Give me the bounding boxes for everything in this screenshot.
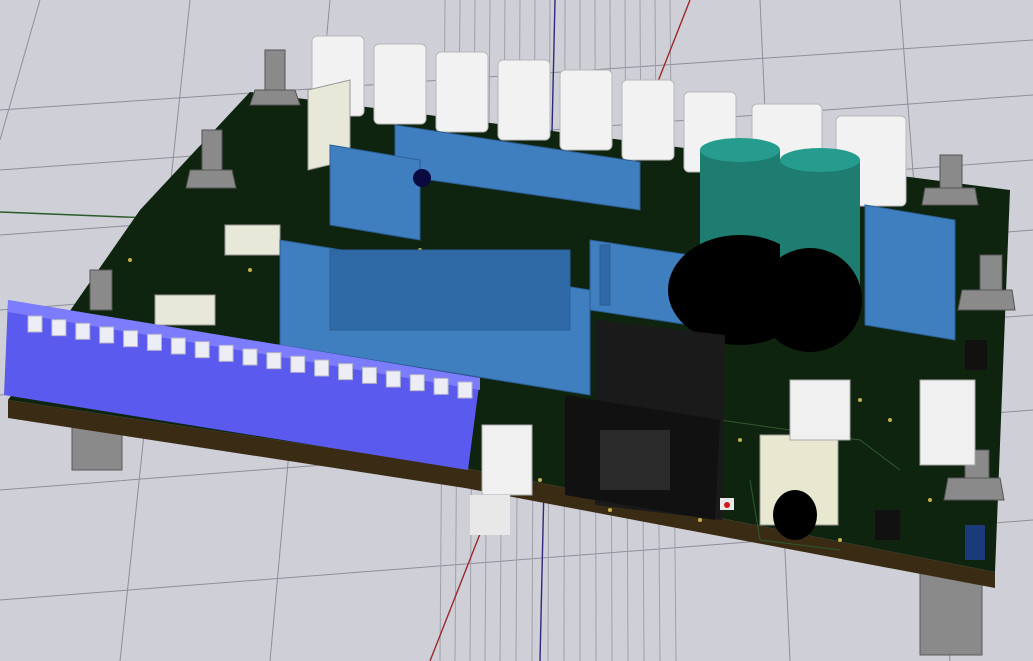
dip-switch-toggle[interactable] (290, 355, 306, 373)
dip-switch-toggle[interactable] (146, 333, 162, 351)
mounting-hole (413, 169, 431, 187)
dip-switch-toggle[interactable] (123, 330, 139, 348)
dip-switch-toggle[interactable] (99, 326, 115, 344)
dip-switch-toggle[interactable] (361, 366, 377, 384)
dip-switch-toggle[interactable] (27, 315, 43, 333)
pcb-3d-render[interactable] (0, 0, 1033, 661)
dip-switch-toggle[interactable] (457, 381, 473, 399)
dip-switch-toggle[interactable] (75, 322, 91, 340)
dip-switch-toggle[interactable] (409, 374, 425, 392)
dip-switch-toggle[interactable] (242, 348, 258, 366)
dip-switch-toggle[interactable] (51, 319, 67, 337)
dip-switch-toggle[interactable] (194, 341, 210, 359)
dip-switch-toggle[interactable] (170, 337, 186, 355)
dip-switch-toggle[interactable] (314, 359, 330, 377)
dip-switch-toggle[interactable] (266, 352, 282, 370)
dip-switch-toggle[interactable] (338, 363, 354, 381)
dip-switch-toggle[interactable] (385, 370, 401, 388)
dip-switch-toggle[interactable] (218, 344, 234, 362)
3d-viewport[interactable] (0, 0, 1033, 661)
dip-switch-toggle[interactable] (433, 377, 449, 395)
